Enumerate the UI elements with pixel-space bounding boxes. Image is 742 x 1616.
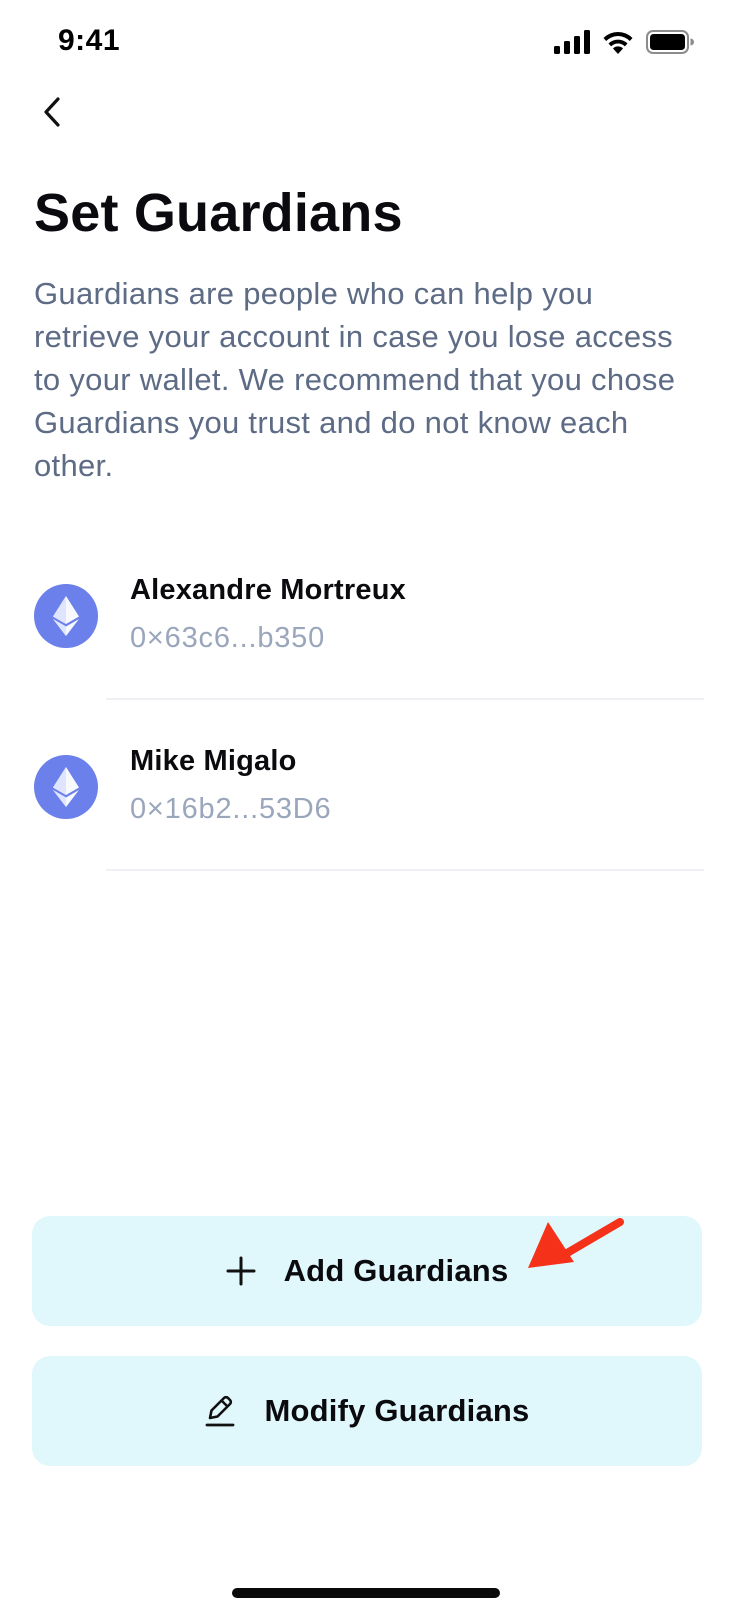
annotation-arrow-icon — [528, 1218, 624, 1268]
guardian-avatar — [34, 584, 98, 648]
signal-icon — [554, 30, 590, 54]
chevron-left-icon — [44, 97, 60, 127]
page-description: Guardians are people who can help you re… — [34, 276, 676, 483]
guardian-name: Alexandre Mortreux — [130, 574, 406, 606]
ethereum-icon — [53, 767, 79, 807]
plus-icon — [226, 1256, 256, 1286]
guardian-list-item[interactable]: Mike Migalo 0×16b2...53D6 — [0, 715, 742, 885]
divider — [106, 869, 704, 871]
wifi-icon — [603, 31, 633, 54]
status-icons — [554, 30, 694, 54]
battery-icon — [646, 30, 694, 54]
set-guardians-screen: 9:41 Set Guardians Guardians are people … — [0, 0, 742, 1616]
guardian-address: 0×16b2...53D6 — [130, 793, 332, 825]
page-title: Set Guardians — [34, 183, 403, 243]
status-time: 9:41 — [58, 24, 121, 57]
guardian-name: Mike Migalo — [130, 745, 297, 777]
add-guardians-label: Add Guardians — [283, 1253, 509, 1288]
divider — [106, 698, 704, 700]
home-indicator — [232, 1588, 500, 1598]
ethereum-icon — [53, 596, 79, 636]
modify-guardians-button[interactable]: Modify Guardians — [32, 1356, 702, 1466]
modify-guardians-label: Modify Guardians — [264, 1393, 530, 1428]
guardian-avatar — [34, 755, 98, 819]
guardian-address: 0×63c6...b350 — [130, 622, 326, 654]
back-button[interactable] — [32, 92, 72, 132]
guardian-list-item[interactable]: Alexandre Mortreux 0×63c6...b350 — [0, 544, 742, 714]
pencil-icon — [206, 1395, 235, 1427]
